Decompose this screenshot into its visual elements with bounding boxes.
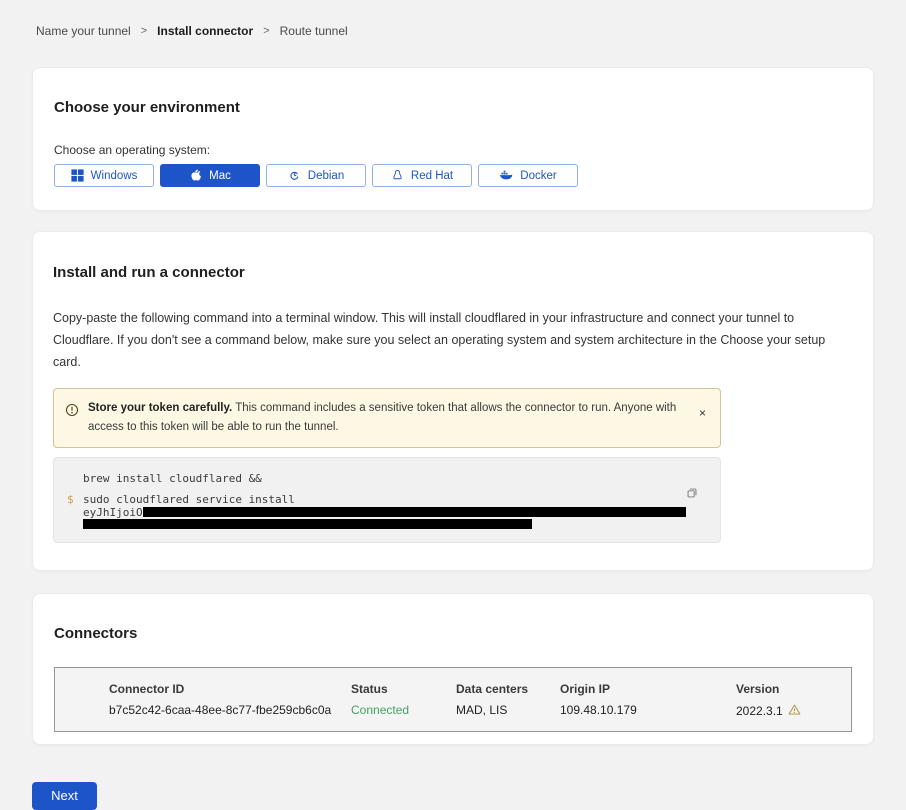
environment-card-title: Choose your environment bbox=[54, 99, 852, 116]
token-warning-banner: Store your token carefully. This command… bbox=[53, 388, 721, 448]
connectors-card-title: Connectors bbox=[54, 625, 852, 642]
column-header-data-centers: Data centers bbox=[456, 682, 560, 696]
breadcrumb-separator: > bbox=[263, 25, 269, 37]
origin-ip-value: 109.48.10.179 bbox=[560, 703, 736, 719]
version-warning-icon bbox=[788, 703, 801, 719]
redhat-icon bbox=[391, 169, 404, 182]
install-card-description: Copy-paste the following command into a … bbox=[53, 308, 852, 374]
code-line-token: eyJhIjoiO bbox=[68, 506, 706, 519]
close-icon[interactable]: × bbox=[697, 407, 708, 419]
os-button-label: Red Hat bbox=[411, 170, 453, 182]
os-button-mac[interactable]: Mac bbox=[160, 164, 260, 187]
debian-icon bbox=[288, 169, 301, 182]
docker-icon bbox=[499, 169, 513, 182]
os-button-debian[interactable]: Debian bbox=[266, 164, 366, 187]
warning-text: Store your token carefully. This command… bbox=[88, 399, 688, 437]
breadcrumb-route-tunnel[interactable]: Route tunnel bbox=[280, 24, 348, 38]
connectors-card: Connectors Connector ID Status Data cent… bbox=[32, 593, 874, 745]
warning-title: Store your token carefully. bbox=[88, 402, 232, 414]
install-card-title: Install and run a connector bbox=[53, 264, 852, 281]
status-badge: Connected bbox=[351, 703, 456, 719]
breadcrumb-separator: > bbox=[141, 25, 147, 37]
os-button-label: Mac bbox=[209, 170, 231, 182]
data-centers-value: MAD, LIS bbox=[456, 703, 560, 719]
column-header-origin-ip: Origin IP bbox=[560, 682, 736, 696]
connector-id-value: b7c52c42-6caa-48ee-8c77-fbe259cb6c0a bbox=[109, 703, 351, 719]
breadcrumb-install-connector[interactable]: Install connector bbox=[157, 24, 253, 38]
install-command-code-block: $ brew install cloudflared && sudo cloud… bbox=[53, 457, 721, 543]
environment-card: Choose your environment Choose an operat… bbox=[32, 67, 874, 211]
token-prefix: eyJhIjoiO bbox=[83, 506, 143, 519]
column-header-connector-id: Connector ID bbox=[109, 682, 351, 696]
os-button-windows[interactable]: Windows bbox=[54, 164, 154, 187]
code-line-1: brew install cloudflared && bbox=[68, 472, 706, 485]
column-header-status: Status bbox=[351, 682, 456, 696]
windows-icon bbox=[71, 169, 84, 182]
breadcrumb-name-your-tunnel[interactable]: Name your tunnel bbox=[36, 24, 131, 38]
code-line-2: sudo cloudflared service install bbox=[68, 493, 706, 506]
os-button-docker[interactable]: Docker bbox=[478, 164, 578, 187]
os-button-group: Windows Mac Debian Red Hat bbox=[54, 164, 852, 187]
install-connector-card: Install and run a connector Copy-paste t… bbox=[32, 231, 874, 571]
connectors-table: Connector ID Status Data centers Origin … bbox=[54, 667, 852, 732]
os-button-redhat[interactable]: Red Hat bbox=[372, 164, 472, 187]
os-button-label: Debian bbox=[308, 170, 344, 182]
os-button-label: Docker bbox=[520, 170, 556, 182]
column-header-version: Version bbox=[736, 682, 851, 696]
copy-icon[interactable] bbox=[683, 484, 701, 505]
alert-circle-icon bbox=[65, 403, 79, 422]
shell-prompt: $ bbox=[67, 493, 74, 506]
next-button[interactable]: Next bbox=[32, 782, 97, 810]
redacted-token-bar bbox=[143, 507, 686, 517]
redacted-token-bar bbox=[83, 519, 532, 529]
os-button-label: Windows bbox=[91, 170, 138, 182]
os-select-label: Choose an operating system: bbox=[54, 143, 852, 157]
version-number: 2022.3.1 bbox=[736, 704, 783, 718]
apple-icon bbox=[189, 169, 202, 182]
version-value: 2022.3.1 bbox=[736, 703, 851, 719]
breadcrumb: Name your tunnel > Install connector > R… bbox=[0, 0, 906, 38]
